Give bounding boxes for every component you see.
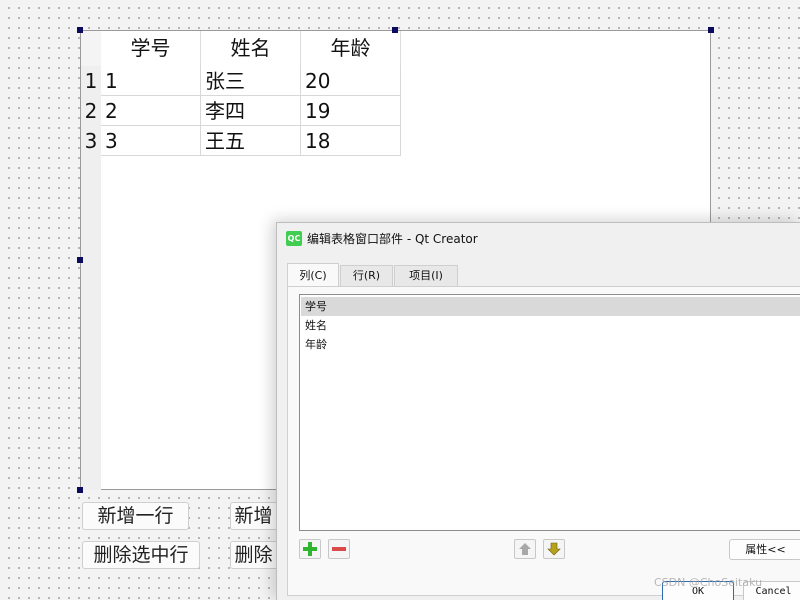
column-list[interactable]: 学号 姓名 年龄 (299, 294, 800, 531)
header-corner (81, 31, 101, 66)
resize-handle-bottom-left[interactable] (77, 487, 83, 493)
add-button-partial[interactable]: 新增 (230, 502, 276, 530)
table-cell[interactable]: 张三 (201, 66, 301, 96)
column-header-id[interactable]: 学号 (101, 31, 201, 66)
edit-table-dialog: QC 编辑表格窗口部件 - Qt Creator 列(C) 行(R) 项目(I)… (276, 222, 800, 600)
add-column-button[interactable] (299, 539, 321, 559)
list-item[interactable]: 姓名 (301, 316, 800, 335)
add-row-button[interactable]: 新增一行 (82, 502, 189, 530)
dialog-title: 编辑表格窗口部件 - Qt Creator (307, 232, 478, 246)
watermark: CSDN @ChoSeitaku (654, 576, 763, 589)
tab-items[interactable]: 项目(I) (394, 265, 458, 286)
move-down-button[interactable] (543, 539, 565, 559)
row-header-2[interactable]: 2 (81, 96, 101, 126)
list-item[interactable]: 年龄 (301, 335, 800, 354)
dialog-titlebar[interactable]: QC 编辑表格窗口部件 - Qt Creator (277, 223, 800, 255)
move-up-button[interactable] (514, 539, 536, 559)
properties-toggle-button[interactable]: 属性<< (729, 539, 800, 560)
row-header-1[interactable]: 1 (81, 66, 101, 96)
arrow-up-icon (519, 543, 531, 555)
table-cell[interactable]: 李四 (201, 96, 301, 126)
resize-handle-top-right[interactable] (708, 27, 714, 33)
plus-icon (303, 542, 317, 556)
table-cell[interactable]: 1 (101, 66, 201, 96)
table-cell[interactable]: 18 (301, 126, 401, 156)
qt-creator-icon: QC (286, 231, 302, 246)
delete-selected-row-button[interactable]: 删除选中行 (82, 541, 200, 569)
resize-handle-top[interactable] (392, 27, 398, 33)
delete-button-partial[interactable]: 删除 (230, 541, 276, 569)
column-header-name[interactable]: 姓名 (201, 31, 301, 66)
table-cell[interactable]: 2 (101, 96, 201, 126)
row-header-3[interactable]: 3 (81, 126, 101, 156)
arrow-down-icon (547, 542, 561, 556)
vertical-header: 1 2 3 (81, 31, 101, 490)
minus-icon (332, 547, 346, 551)
table-cell[interactable]: 20 (301, 66, 401, 96)
remove-column-button[interactable] (328, 539, 350, 559)
column-header-age[interactable]: 年龄 (301, 31, 401, 66)
table-cell[interactable]: 3 (101, 126, 201, 156)
tab-rows[interactable]: 行(R) (340, 265, 393, 286)
tab-columns[interactable]: 列(C) (287, 263, 339, 287)
table-cell[interactable]: 19 (301, 96, 401, 126)
resize-handle-left[interactable] (77, 257, 83, 263)
list-item[interactable]: 学号 (301, 297, 800, 316)
resize-handle-top-left[interactable] (77, 27, 83, 33)
table-cell[interactable]: 王五 (201, 126, 301, 156)
